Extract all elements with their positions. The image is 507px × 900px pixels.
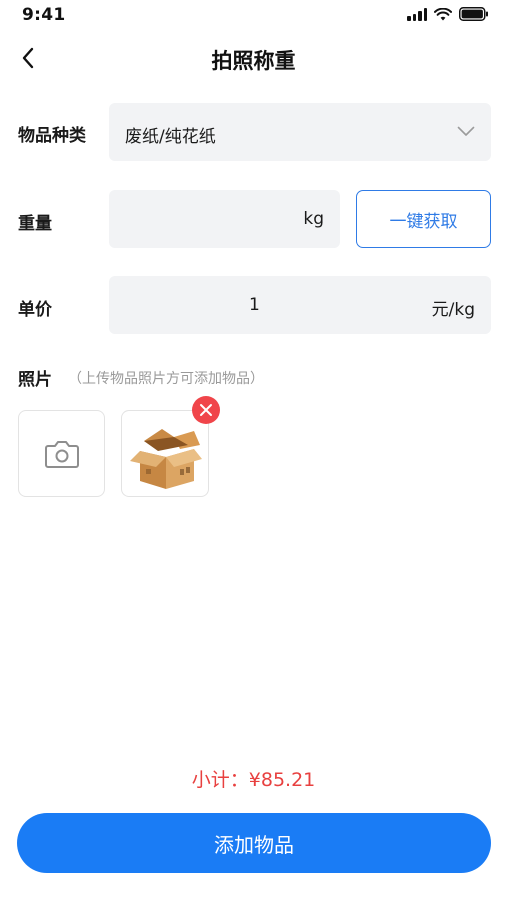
price-value: 1 bbox=[249, 295, 260, 315]
category-value: 废纸/纯花纸 bbox=[125, 127, 216, 147]
category-label: 物品种类 bbox=[18, 126, 86, 146]
chevron-down-icon bbox=[457, 126, 475, 136]
photo-weigh-screen: 9:41 拍照称重 物品种类 废纸/纯花纸 重量 kg 一键获取 单价 1 元/… bbox=[0, 0, 507, 900]
subtotal: 小计：¥85.21 bbox=[0, 765, 507, 792]
weight-label: 重量 bbox=[18, 214, 52, 234]
subtotal-label: 小计： bbox=[191, 769, 249, 791]
cellular-signal-icon bbox=[407, 7, 427, 21]
add-item-button[interactable]: 添加物品 bbox=[17, 813, 491, 873]
status-icons bbox=[407, 7, 489, 21]
category-select[interactable]: 废纸/纯花纸 bbox=[109, 103, 491, 161]
nav-bar: 拍照称重 bbox=[0, 36, 507, 80]
photo-upload-button[interactable] bbox=[18, 410, 105, 497]
photo-thumbnail[interactable] bbox=[121, 410, 209, 497]
price-unit: 元/kg bbox=[431, 300, 475, 320]
weight-field[interactable]: kg bbox=[109, 190, 340, 248]
camera-icon bbox=[44, 440, 79, 468]
weight-unit: kg bbox=[303, 209, 324, 229]
status-bar: 9:41 bbox=[0, 0, 507, 32]
remove-photo-button[interactable] bbox=[192, 396, 220, 424]
price-label: 单价 bbox=[18, 300, 52, 320]
price-field[interactable]: 1 元/kg bbox=[109, 276, 491, 334]
wifi-icon bbox=[434, 7, 452, 20]
status-time: 9:41 bbox=[22, 5, 66, 25]
fetch-weight-button[interactable]: 一键获取 bbox=[356, 190, 491, 248]
photo-label: 照片 bbox=[18, 370, 52, 390]
page-title: 拍照称重 bbox=[211, 49, 296, 73]
photo-hint: （上传物品照片方可添加物品） bbox=[68, 371, 264, 387]
close-icon bbox=[200, 404, 212, 416]
box-icon bbox=[130, 429, 202, 489]
battery-icon bbox=[459, 7, 488, 21]
subtotal-value: ¥85.21 bbox=[248, 769, 316, 791]
